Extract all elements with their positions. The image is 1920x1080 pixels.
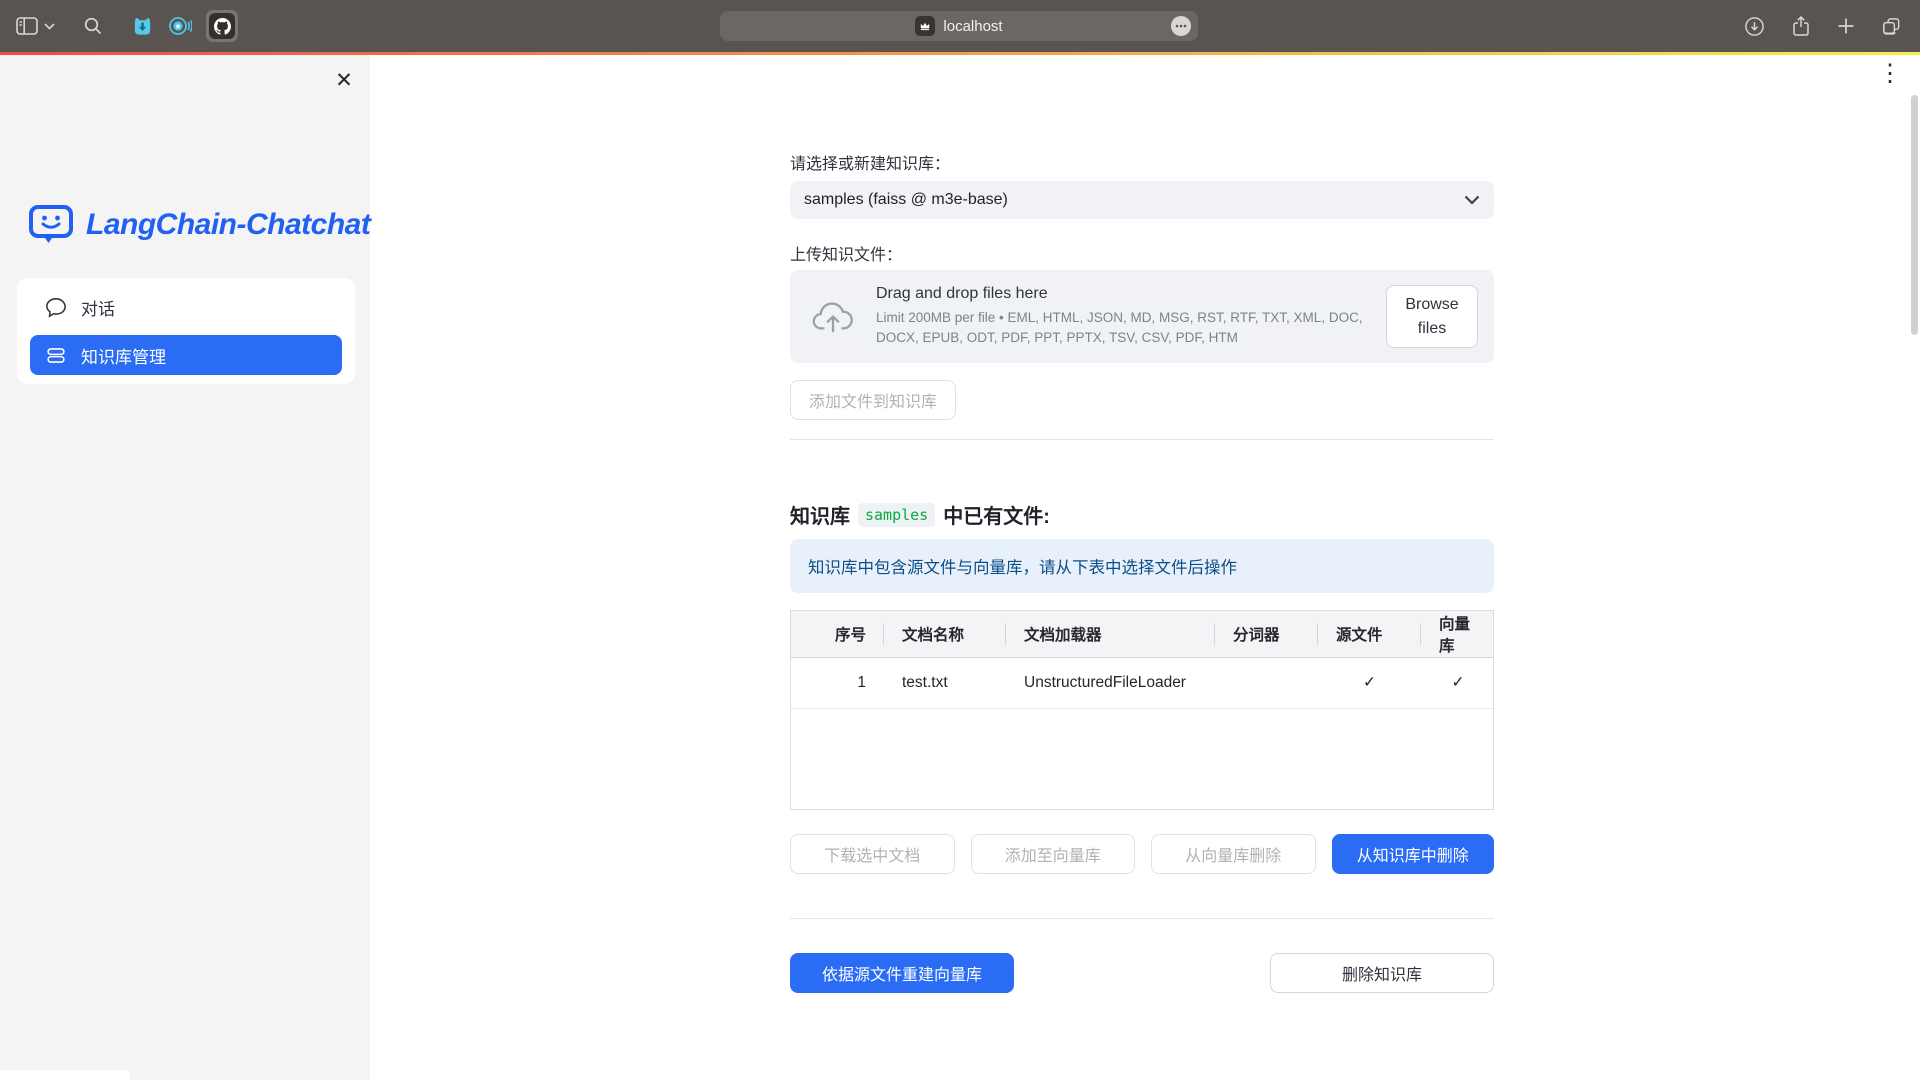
address-options-icon[interactable] [1171,16,1191,36]
share-icon[interactable] [1791,15,1811,38]
delete-from-vector-store-button[interactable]: 从向量库删除 [1151,834,1316,874]
sidebar-item-dialogue[interactable]: 对话 [30,287,342,327]
sidebar-item-label: 对话 [81,295,115,320]
add-files-to-kb-button[interactable]: 添加文件到知识库 [790,380,956,420]
kb-select[interactable]: samples (faiss @ m3e-base) [790,181,1494,219]
downloads-icon[interactable] [1744,16,1765,37]
info-alert: 知识库中包含源文件与向量库，请从下表中选择文件后操作 [790,539,1494,593]
screen: localhost [0,0,1920,1080]
dropzone-title: Drag and drop files here [876,285,1364,303]
toolbar-left-group [16,0,238,52]
github-octocat-icon [209,13,235,39]
cell-vector-store-check: ✓ [1421,657,1494,708]
cell-loader: UnstructuredFileLoader [1006,657,1215,708]
sidebar-menu: 对话 知识库管理 [17,278,355,384]
app-logo: LangChain-Chatchat [28,203,370,247]
col-header-source-file[interactable]: 源文件 [1318,611,1421,657]
extension-github-icon[interactable] [206,10,238,42]
sidebar-item-kb-management[interactable]: 知识库管理 [30,335,342,375]
table-header-row: 序号 文档名称 文档加载器 分词器 源文件 向量库 [791,611,1494,657]
sidebar-item-label: 知识库管理 [81,343,166,368]
extension-radar-star-icon[interactable] [168,14,192,38]
content-column: 请选择或新建知识库： samples (faiss @ m3e-base) 上传… [790,55,1494,993]
info-alert-text: 知识库中包含源文件与向量库，请从下表中选择文件后操作 [808,554,1237,578]
cell-source-file-check: ✓ [1318,657,1421,708]
extension-cat-downloader-icon[interactable] [131,15,154,38]
chevron-down-icon [1464,195,1480,205]
sidebar-close-icon[interactable]: ✕ [330,67,358,95]
upload-label: 上传知识文件： [790,241,1494,265]
col-header-splitter[interactable]: 分词器 [1215,611,1318,657]
dropzone-hint: Limit 200MB per file • EML, HTML, JSON, … [876,308,1364,349]
kb-select-value: samples (faiss @ m3e-base) [804,191,1008,209]
app-menu-kebab-icon[interactable]: ⋮ [1878,62,1902,86]
browse-files-button[interactable]: Browse files [1386,285,1478,348]
col-header-loader[interactable]: 文档加载器 [1006,611,1215,657]
new-tab-icon[interactable] [1837,17,1855,35]
browser-status-bar [0,1070,130,1080]
delete-kb-button[interactable]: 删除知识库 [1270,953,1494,993]
col-header-vector-store[interactable]: 向量库 [1421,611,1494,657]
cell-doc-name: test.txt [884,657,1006,708]
divider [790,439,1494,440]
app-logo-text: LangChain-Chatchat [86,208,370,242]
table-row[interactable]: 1 test.txt UnstructuredFileLoader ✓ ✓ [791,657,1494,708]
kb-files-table: 序号 文档名称 文档加载器 分词器 源文件 向量库 1 test.txt Uns [790,610,1494,810]
file-action-buttons: 下载选中文档 添加至向量库 从向量库删除 从知识库中删除 [790,834,1494,874]
divider [790,918,1494,919]
delete-from-kb-button[interactable]: 从知识库中删除 [1332,834,1495,874]
scrollbar-thumb[interactable] [1911,95,1918,335]
cell-index: 1 [791,657,884,708]
site-favicon-icon [915,16,935,36]
speech-bubble-icon [45,297,67,318]
dropzone-text: Drag and drop files here Limit 200MB per… [876,285,1364,349]
cloud-upload-icon [812,299,854,335]
kb-name-code: samples [858,503,935,527]
kb-action-buttons: 依据源文件重建向量库 删除知识库 [790,953,1494,993]
kb-files-heading: 知识库 samples 中已有文件: [790,500,1494,529]
chat-bubble-logo-icon [28,203,74,247]
sidebar-toggle-chevron-icon[interactable] [44,23,55,30]
heading-suffix: 中已有文件: [943,500,1050,529]
streamlit-decoration-bar [0,52,1920,55]
tab-overview-icon[interactable] [1881,16,1902,37]
database-stack-icon [45,345,67,366]
kb-select-label: 请选择或新建知识库： [790,150,1494,174]
search-icon[interactable] [83,16,103,36]
sidebar-toggle-icon[interactable] [16,17,38,35]
download-selected-button[interactable]: 下载选中文档 [790,834,955,874]
rebuild-vector-store-button[interactable]: 依据源文件重建向量库 [790,953,1014,993]
add-to-vector-store-button[interactable]: 添加至向量库 [971,834,1136,874]
col-header-index[interactable]: 序号 [791,611,884,657]
address-bar[interactable]: localhost [720,11,1198,41]
col-header-doc-name[interactable]: 文档名称 [884,611,1006,657]
address-host: localhost [943,18,1002,35]
browser-toolbar: localhost [0,0,1920,52]
toolbar-right-group [1744,0,1902,52]
app-sidebar: ✕ LangChain-Chatchat 对话 [0,55,370,1080]
heading-prefix: 知识库 [790,500,850,529]
file-dropzone[interactable]: Drag and drop files here Limit 200MB per… [790,270,1494,363]
cell-splitter [1215,657,1318,708]
main-area: ⋮ 请选择或新建知识库： samples (faiss @ m3e-base) … [370,55,1920,1080]
